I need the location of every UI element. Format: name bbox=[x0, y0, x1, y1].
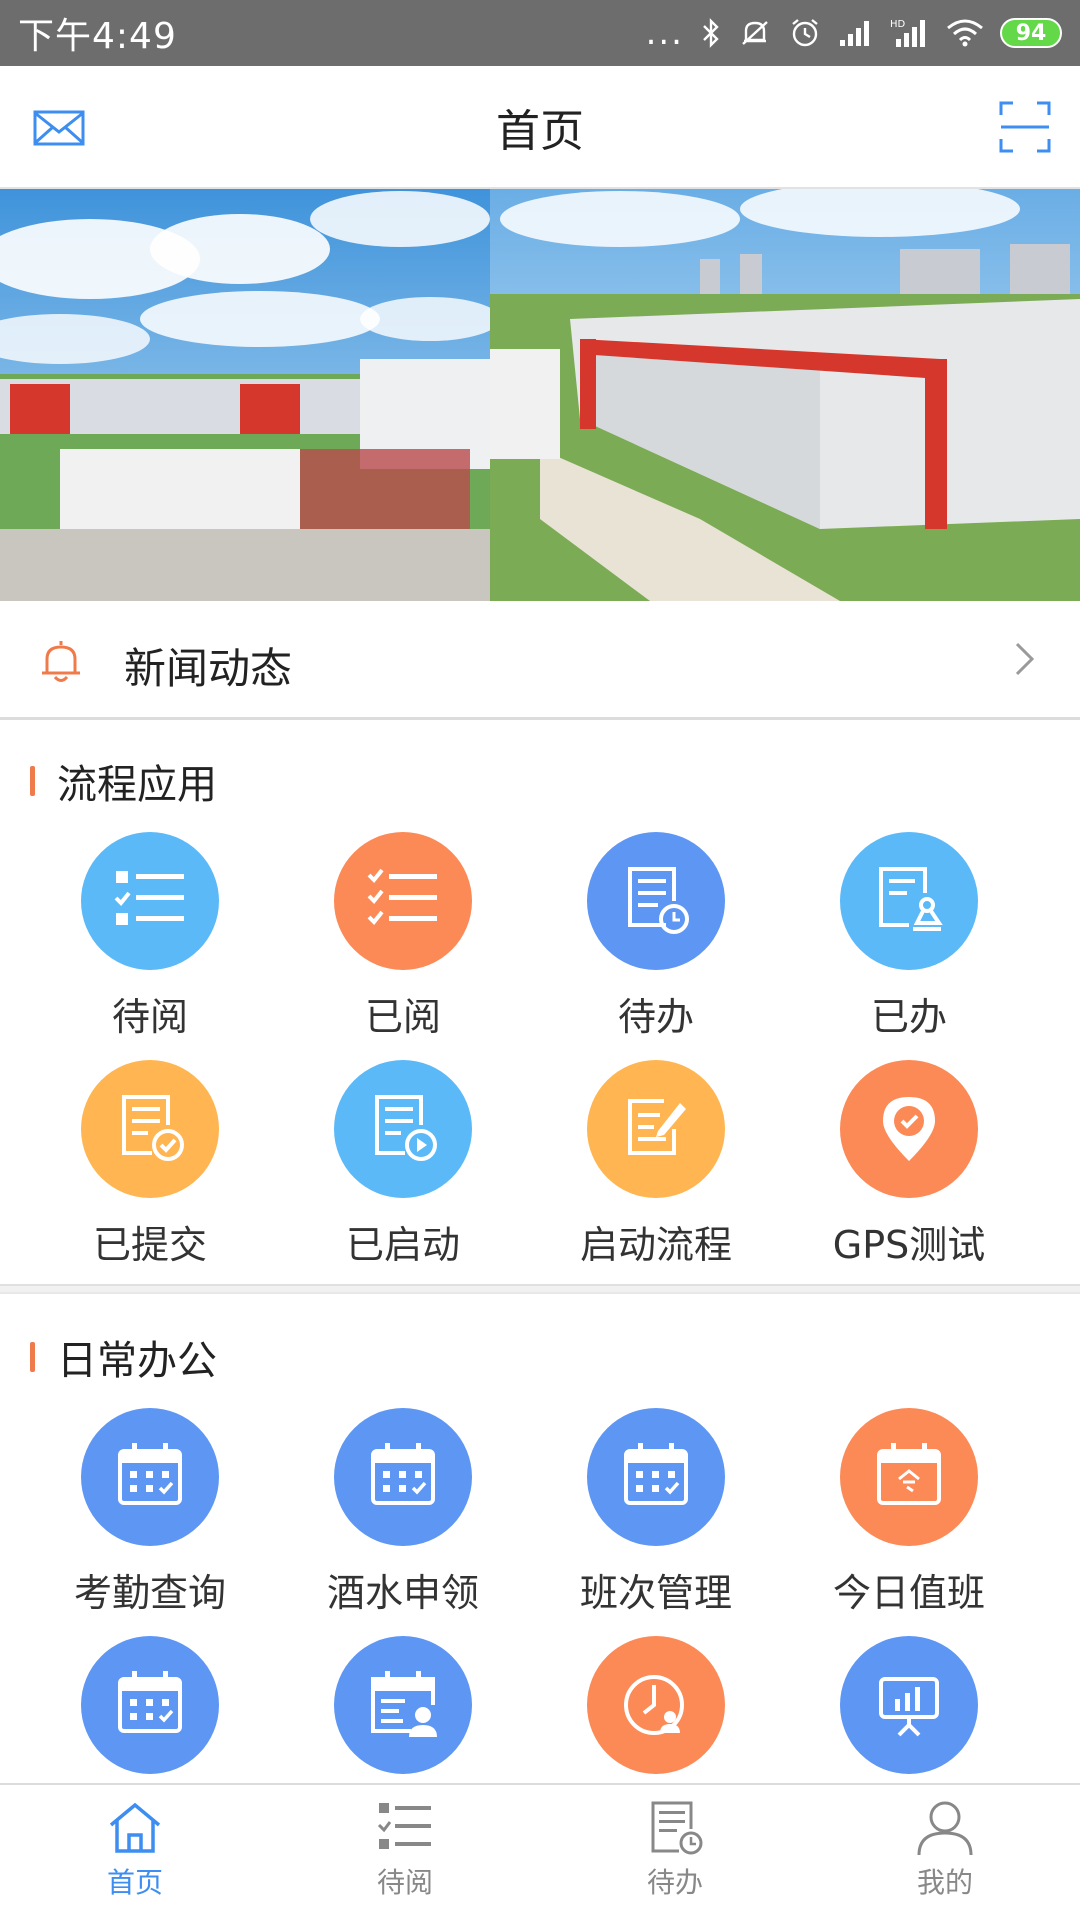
tab-wode[interactable]: 我的 bbox=[810, 1785, 1080, 1920]
app-item-label: 已提交 bbox=[92, 1223, 207, 1267]
app-item-daiban[interactable]: 待办 bbox=[526, 832, 786, 1041]
list-icon bbox=[377, 1803, 431, 1849]
mute-bell-icon bbox=[742, 21, 768, 45]
tab-daiban[interactable]: 待办 bbox=[540, 1785, 810, 1920]
section-title-process: 流程应用 bbox=[30, 752, 217, 810]
todo-read-list-icon bbox=[81, 832, 219, 970]
home-icon bbox=[109, 1802, 161, 1853]
calendar-check-icon bbox=[587, 1408, 725, 1546]
clock-person-icon bbox=[587, 1636, 725, 1774]
tab-home[interactable]: 首页 bbox=[0, 1785, 270, 1920]
app-item-clock-person[interactable] bbox=[526, 1636, 786, 1790]
banner-carousel[interactable] bbox=[0, 189, 1080, 601]
start-process-edit-icon bbox=[587, 1060, 725, 1198]
section-accent-bar bbox=[30, 1342, 35, 1372]
svg-text:HD: HD bbox=[890, 19, 906, 30]
bottom-tab-bar: 首页 待阅 待办 我的 bbox=[0, 1783, 1080, 1920]
doc-clock-icon bbox=[651, 1801, 703, 1855]
calendar-check-icon bbox=[81, 1408, 219, 1546]
app-item-jiushui[interactable]: 酒水申领 bbox=[273, 1408, 533, 1617]
scan-icon bbox=[999, 101, 1051, 153]
app-item-presentation[interactable] bbox=[779, 1636, 1039, 1790]
app-item-gps[interactable]: GPS测试 bbox=[779, 1060, 1039, 1269]
wifi-icon bbox=[947, 19, 983, 47]
app-item-label: 待阅 bbox=[111, 995, 188, 1039]
app-item-label: 已办 bbox=[870, 995, 947, 1039]
more-dots: ... bbox=[645, 13, 684, 53]
app-item-yitijiao[interactable]: 已提交 bbox=[20, 1060, 280, 1269]
mail-button[interactable] bbox=[32, 101, 86, 155]
app-item-label: 酒水申领 bbox=[326, 1571, 479, 1615]
battery-icon: 94 bbox=[1000, 18, 1062, 48]
app-item-label: 今日值班 bbox=[832, 1571, 985, 1615]
page-title: 首页 bbox=[496, 105, 584, 157]
calendar-today-icon bbox=[840, 1408, 978, 1546]
done-doc-stamp-icon bbox=[840, 832, 978, 970]
tab-label: 待阅 bbox=[376, 1866, 433, 1899]
submitted-doc-check-icon bbox=[81, 1060, 219, 1198]
app-item-yiban[interactable]: 已办 bbox=[779, 832, 1039, 1041]
app-header: 首页 bbox=[0, 66, 1080, 189]
calendar-person-icon bbox=[334, 1636, 472, 1774]
person-icon bbox=[917, 1801, 973, 1855]
app-item-daiyue[interactable]: 待阅 bbox=[20, 832, 280, 1041]
app-item-yiqidong[interactable]: 已启动 bbox=[273, 1060, 533, 1269]
news-row[interactable]: 新闻动态 bbox=[0, 601, 1080, 720]
tab-label: 我的 bbox=[916, 1866, 973, 1899]
app-item-label: 待办 bbox=[617, 995, 694, 1039]
alarm-icon bbox=[792, 19, 818, 47]
app-item-label: 考勤查询 bbox=[73, 1571, 226, 1615]
signal-icon bbox=[840, 21, 869, 46]
gps-pin-icon bbox=[840, 1060, 978, 1198]
chevron-right-icon bbox=[1015, 642, 1035, 676]
app-item-label: 班次管理 bbox=[579, 1571, 732, 1615]
section-divider bbox=[0, 1284, 1080, 1294]
tab-label: 首页 bbox=[106, 1866, 163, 1899]
read-checklist-icon bbox=[334, 832, 472, 970]
tab-daiyue[interactable]: 待阅 bbox=[270, 1785, 540, 1920]
app-item-label: 已阅 bbox=[364, 995, 441, 1039]
calendar-check-icon bbox=[334, 1408, 472, 1546]
section-title-office: 日常办公 bbox=[30, 1328, 217, 1386]
scan-button[interactable] bbox=[996, 98, 1054, 156]
todo-doc-clock-icon bbox=[587, 832, 725, 970]
bluetooth-icon bbox=[703, 18, 719, 48]
status-bar: 下午4:49 ... HD 94 bbox=[0, 0, 1080, 66]
section-accent-bar bbox=[30, 766, 35, 796]
app-item-banci[interactable]: 班次管理 bbox=[526, 1408, 786, 1617]
status-icons: ... HD 94 bbox=[646, 13, 1062, 53]
started-doc-play-icon bbox=[334, 1060, 472, 1198]
status-time: 下午4:49 bbox=[18, 16, 177, 57]
hd-signal-icon: HD bbox=[890, 19, 925, 47]
presentation-chart-icon bbox=[840, 1636, 978, 1774]
calendar-check-icon bbox=[81, 1636, 219, 1774]
app-item-calendar-2[interactable] bbox=[20, 1636, 280, 1790]
app-item-calendar-person[interactable] bbox=[273, 1636, 533, 1790]
app-item-yiyue[interactable]: 已阅 bbox=[273, 832, 533, 1041]
app-item-label: 启动流程 bbox=[579, 1223, 732, 1267]
app-item-qidongliucheng[interactable]: 启动流程 bbox=[526, 1060, 786, 1269]
news-label: 新闻动态 bbox=[124, 644, 293, 693]
bell-icon bbox=[42, 641, 80, 682]
app-item-jinrizhiban[interactable]: 今日值班 bbox=[779, 1408, 1039, 1617]
section-title-text: 流程应用 bbox=[57, 762, 217, 808]
mail-icon bbox=[33, 110, 85, 146]
app-item-label: GPS测试 bbox=[832, 1223, 986, 1267]
app-item-label: 已启动 bbox=[345, 1223, 460, 1267]
section-title-text: 日常办公 bbox=[57, 1338, 217, 1384]
tab-label: 待办 bbox=[646, 1866, 703, 1899]
app-item-kaoqin[interactable]: 考勤查询 bbox=[20, 1408, 280, 1617]
factory-campus-photo bbox=[0, 189, 1080, 601]
